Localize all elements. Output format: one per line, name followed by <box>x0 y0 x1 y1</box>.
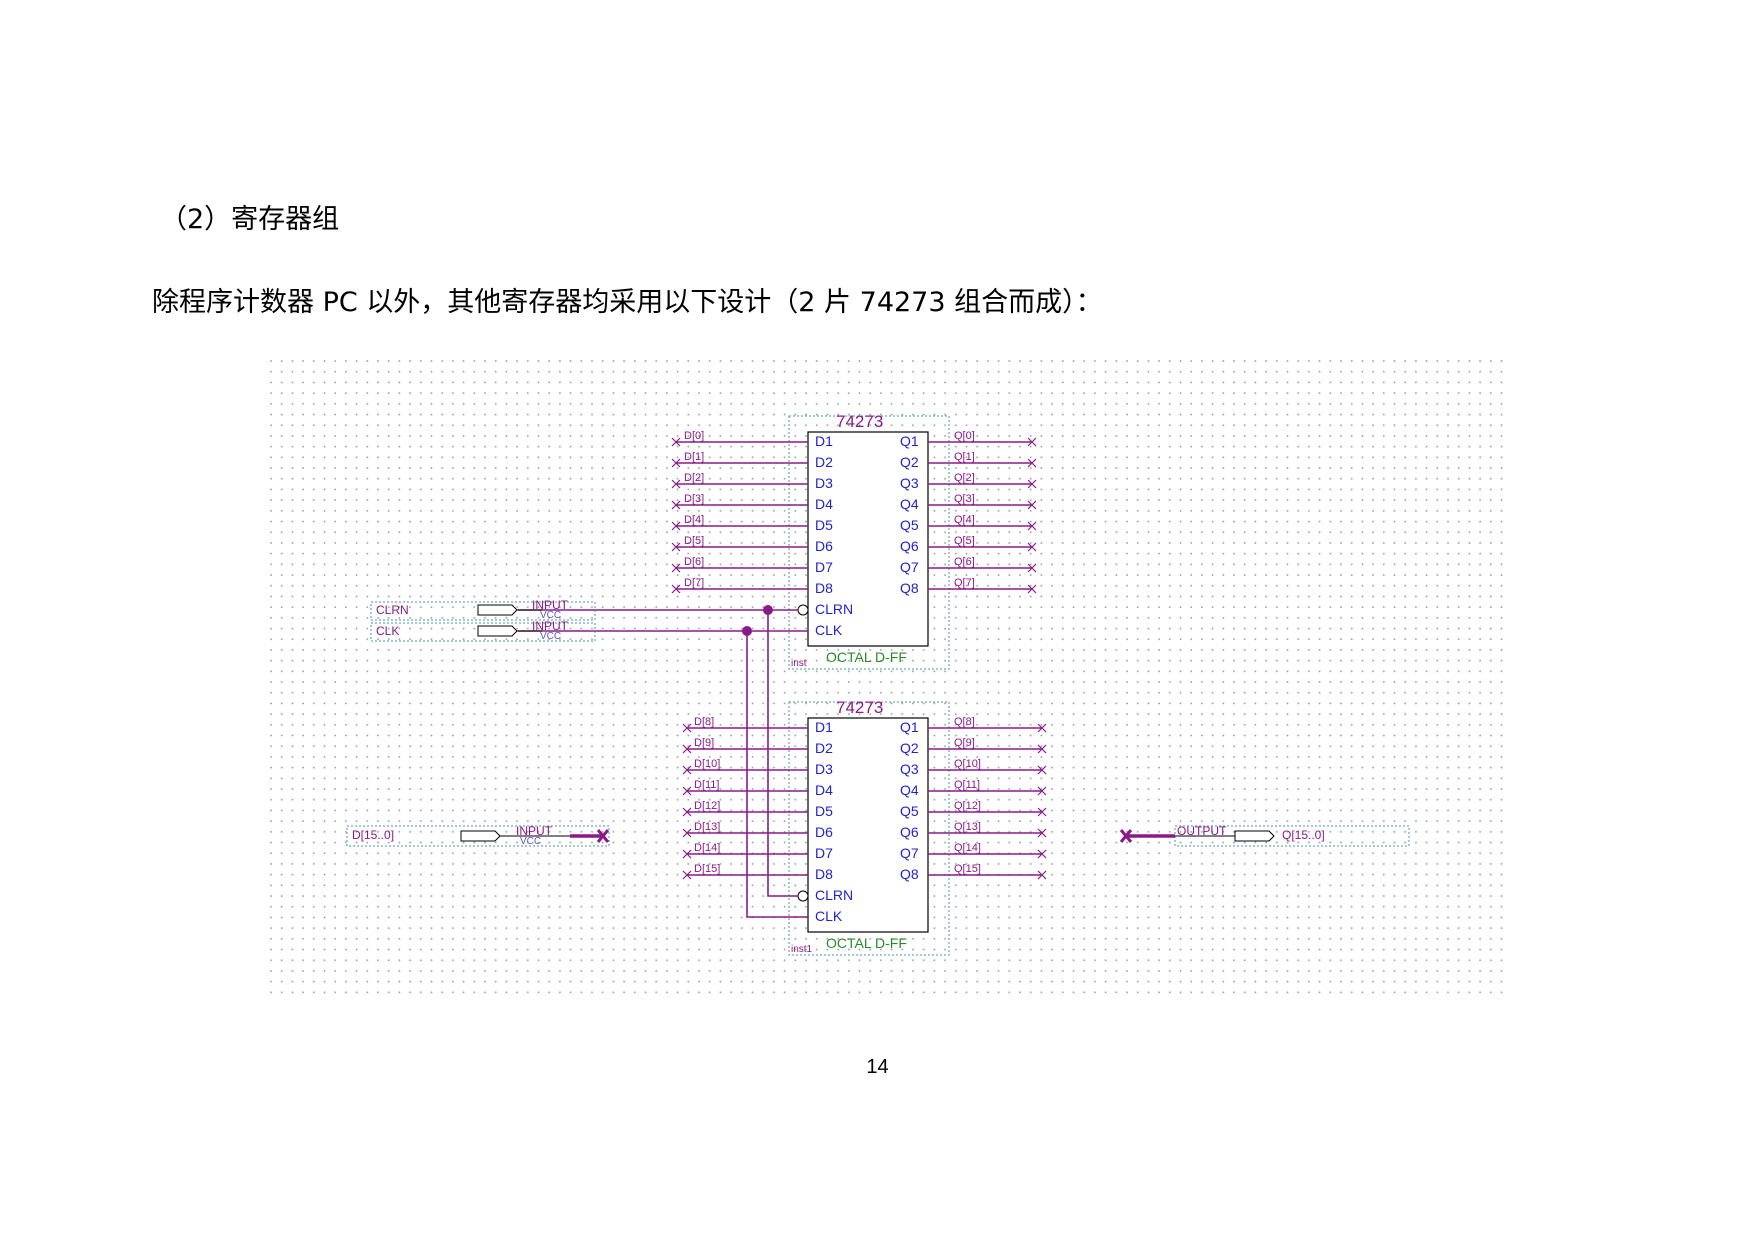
pin-d2: D2 <box>815 454 833 470</box>
pin-q5: Q5 <box>900 517 919 533</box>
pin-d1: D1 <box>815 433 833 449</box>
pin-q7: Q7 <box>900 559 919 575</box>
pin-q3: Q3 <box>900 761 919 777</box>
net-label: Q[4] <box>954 514 975 526</box>
pin-q3: Q3 <box>900 475 919 491</box>
pin-q4: Q4 <box>900 496 919 512</box>
net-label: Q[8] <box>954 716 975 728</box>
net-label: D[6] <box>684 556 704 568</box>
pin-clrn: CLRN <box>815 601 853 617</box>
pin-d8: D8 <box>815 580 833 596</box>
pin-clk: CLK <box>815 908 843 924</box>
pin-q6: Q6 <box>900 824 919 840</box>
chip-description: OCTAL D-FF <box>826 935 907 951</box>
input-pin-symbol <box>460 830 501 842</box>
pin-q1: Q1 <box>900 719 919 735</box>
net-label: D[1] <box>684 451 704 463</box>
port-name: D[15..0] <box>352 828 394 842</box>
pin-q8: Q8 <box>900 866 919 882</box>
pin-d6: D6 <box>815 538 833 554</box>
net-label: Q[9] <box>954 737 975 749</box>
net-label: D[15] <box>694 863 720 875</box>
net-label: Q[6] <box>954 556 975 568</box>
net-label: Q[14] <box>954 842 981 854</box>
chip-instance-label: inst <box>791 658 807 669</box>
net-label: D[11] <box>694 779 719 791</box>
pin-d8: D8 <box>815 866 833 882</box>
net-label: Q[5] <box>954 535 975 547</box>
port-name: CLK <box>376 624 399 638</box>
pin-q1: Q1 <box>900 433 919 449</box>
net-label: Q[0] <box>954 430 975 442</box>
pin-d2: D2 <box>815 740 833 756</box>
port-name: CLRN <box>376 603 409 617</box>
net-label: Q[13] <box>954 821 981 833</box>
net-label: D[10] <box>694 758 720 770</box>
net-label: D[2] <box>684 472 704 484</box>
body-paragraph: 除程序计数器 PC 以外，其他寄存器均采用以下设计（2 片 74273 组合而成… <box>152 287 1103 318</box>
net-label: D[0] <box>684 430 704 442</box>
net-label: D[4] <box>684 514 704 526</box>
pin-q2: Q2 <box>900 740 919 756</box>
net-label: Q[12] <box>954 800 981 812</box>
net-label: Q[15] <box>954 863 981 875</box>
net-label: D[12] <box>694 800 720 812</box>
pin-q7: Q7 <box>900 845 919 861</box>
register-schematic: 74273 OCTAL D-FF inst D1 D2 D3 D4 D5 D6 … <box>270 360 1506 1000</box>
pin-q2: Q2 <box>900 454 919 470</box>
clrn-junction-dot <box>763 605 773 615</box>
net-label: Q[1] <box>954 451 975 463</box>
net-label: D[13] <box>694 821 720 833</box>
input-pin-symbol <box>477 604 518 616</box>
net-label: D[7] <box>684 577 704 589</box>
port-kind: OUTPUT <box>1177 824 1227 838</box>
pin-d1: D1 <box>815 719 833 735</box>
input-pin-symbol <box>477 625 518 637</box>
pin-d4: D4 <box>815 496 833 512</box>
page-number: 14 <box>866 1056 889 1078</box>
pin-q8: Q8 <box>900 580 919 596</box>
net-label: D[14] <box>694 842 720 854</box>
pin-d5: D5 <box>815 517 833 533</box>
net-label: D[3] <box>684 493 704 505</box>
net-label: Q[2] <box>954 472 975 484</box>
pin-d4: D4 <box>815 782 833 798</box>
chip-part-number: 74273 <box>836 412 883 431</box>
clrn-inversion-bubble <box>797 604 809 616</box>
net-label: D[5] <box>684 535 704 547</box>
pin-d3: D3 <box>815 475 833 491</box>
pin-q6: Q6 <box>900 538 919 554</box>
clrn-inversion-bubble <box>797 890 809 902</box>
net-label: D[9] <box>694 737 714 749</box>
pin-d6: D6 <box>815 824 833 840</box>
port-default: VCC <box>520 836 541 847</box>
chip-description: OCTAL D-FF <box>826 649 907 665</box>
clk-junction-dot <box>742 626 752 636</box>
net-label: D[8] <box>694 716 714 728</box>
pin-d7: D7 <box>815 559 833 575</box>
net-label: Q[10] <box>954 758 981 770</box>
output-pin-symbol <box>1234 830 1275 842</box>
pin-d7: D7 <box>815 845 833 861</box>
chip-part-number: 74273 <box>836 698 883 717</box>
pin-clk: CLK <box>815 622 843 638</box>
pin-d3: D3 <box>815 761 833 777</box>
pin-clrn: CLRN <box>815 887 853 903</box>
pin-q4: Q4 <box>900 782 919 798</box>
net-label: Q[7] <box>954 577 975 589</box>
pin-d5: D5 <box>815 803 833 819</box>
net-label: Q[11] <box>954 779 980 791</box>
chip-instance-label: inst1 <box>791 944 813 955</box>
port-default: VCC <box>540 631 561 642</box>
port-name: Q[15..0] <box>1282 828 1325 842</box>
net-label: Q[3] <box>954 493 975 505</box>
section-heading: （2）寄存器组 <box>160 204 340 235</box>
pin-q5: Q5 <box>900 803 919 819</box>
